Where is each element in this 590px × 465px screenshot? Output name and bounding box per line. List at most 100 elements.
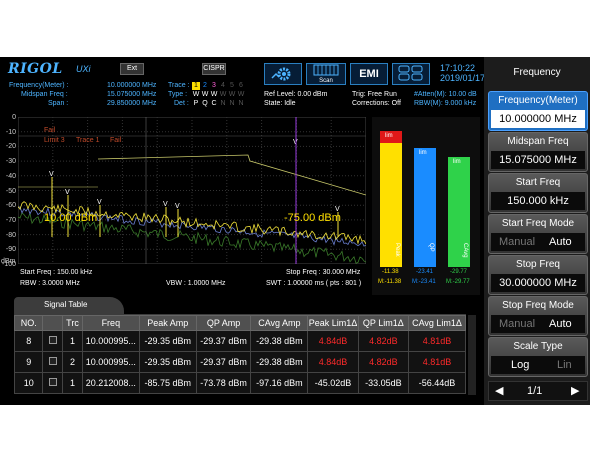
layout-button[interactable] — [392, 63, 430, 85]
trace-det-6[interactable]: N — [237, 100, 245, 108]
start-mode-auto[interactable]: Auto — [549, 233, 572, 251]
column-header[interactable]: NO. — [13, 315, 44, 331]
emi-button[interactable]: EMI — [350, 63, 388, 85]
rbw-m: RBW(M): 9.000 kHz — [414, 100, 477, 107]
table-cell: -29.35 dBm — [138, 330, 197, 352]
column-header[interactable]: Trc — [62, 315, 83, 331]
table-cell: 4.82dB — [357, 351, 410, 373]
trace-type-2[interactable]: W — [201, 91, 209, 99]
trace-det-3[interactable]: C — [210, 100, 218, 108]
scale-log[interactable]: Log — [511, 356, 529, 374]
row-checkbox[interactable] — [42, 372, 64, 394]
signal-table-tab[interactable]: Signal Table — [14, 297, 124, 314]
marker-glyph: V — [49, 171, 54, 178]
y-tick-label: -40 — [5, 172, 16, 180]
trace-type-5[interactable]: W — [228, 91, 236, 99]
scale-lin[interactable]: Lin — [557, 356, 572, 374]
table-cell: -29.38 dBm — [250, 330, 309, 352]
table-cell: -73.78 dBm — [195, 372, 252, 394]
trace-grid[interactable]: 123456WWWWWWPQCNNN — [192, 82, 252, 110]
table-row[interactable]: 10 1 20.212008... -85.75 dBm -73.78 dBm -97.1… — [13, 372, 466, 394]
freq-meter-softkey[interactable]: Frequency(Meter) 10.000000 MHz — [488, 91, 588, 131]
row-checkbox[interactable] — [42, 351, 64, 373]
meter-value: -23.41 — [416, 269, 434, 275]
table-row[interactable]: 9 2 10.000995... -29.35 dBm -29.37 dBm -29.38… — [13, 351, 466, 373]
checkbox-icon[interactable] — [48, 336, 57, 344]
checkbox-icon[interactable] — [48, 357, 57, 365]
y-tick-label: -70 — [5, 216, 16, 224]
spectrum-plot[interactable]: VVVVVVV — [17, 116, 367, 265]
stop-freq-softkey-value[interactable]: 30.000000 MHz — [491, 274, 585, 292]
scale-type-softkey[interactable]: Scale Type Log Lin — [488, 337, 588, 377]
trace-num-3[interactable]: 3 — [210, 82, 218, 90]
trace-type-4[interactable]: W — [219, 91, 227, 99]
settings-gear-button[interactable] — [264, 63, 302, 85]
stop-mode-manual[interactable]: Manual — [499, 315, 535, 333]
column-header[interactable]: QP Lim1Δ — [357, 315, 410, 331]
table-cell: 4.84dB — [307, 330, 359, 352]
table-cell: -29.35 dBm — [138, 351, 197, 373]
y-tick-label: 0 — [12, 114, 16, 121]
stop-mode-label: Stop Freq Mode — [502, 300, 574, 311]
start-freq-softkey[interactable]: Start Freq 150.000 kHz — [488, 173, 588, 213]
trace-num-1[interactable]: 1 — [192, 82, 200, 90]
signal-table: NO. Trc Freq Peak Amp QP Amp CAvg Amp Peak Lim… — [13, 315, 466, 394]
midspan-softkey-value[interactable]: 15.075000 MHz — [491, 151, 585, 169]
stop-freq-softkey[interactable]: Stop Freq 30.000000 MHz — [488, 255, 588, 295]
trace-num-6[interactable]: 6 — [237, 82, 245, 90]
trace-type-3[interactable]: W — [210, 91, 218, 99]
checkbox-icon[interactable] — [48, 378, 57, 386]
table-cell: 10 — [13, 372, 44, 394]
trace-num-4[interactable]: 4 — [219, 82, 227, 90]
start-freq-softkey-value[interactable]: 150.000 kHz — [491, 192, 585, 210]
table-header: NO. Trc Freq Peak Amp QP Amp CAvg Amp Peak Lim… — [13, 315, 466, 331]
column-header[interactable] — [42, 315, 64, 331]
atten: #Atten(M): 10.00 dB — [414, 91, 477, 98]
trace-det-1[interactable]: P — [192, 100, 200, 108]
trace-det-5[interactable]: N — [228, 100, 236, 108]
column-header[interactable]: Freq — [81, 315, 140, 331]
meter-name: CAvg — [462, 243, 468, 258]
column-header[interactable]: Peak Lim1Δ — [307, 315, 359, 331]
table-cell: 10.000995... — [81, 351, 140, 373]
start-freq-mode-softkey[interactable]: Start Freq Mode Manual Auto — [488, 214, 588, 254]
midspan-softkey[interactable]: Midspan Freq 15.075000 MHz — [488, 132, 588, 172]
start-mode-manual[interactable]: Manual — [499, 233, 535, 251]
table-row[interactable]: 8 1 10.000995... -29.35 dBm -29.37 dBm -29.38… — [13, 330, 466, 352]
scan-icon — [313, 64, 339, 76]
trace-num-2[interactable]: 2 — [201, 82, 209, 90]
trace-num-5[interactable]: 5 — [228, 82, 236, 90]
prev-page-icon[interactable]: ◀ — [495, 384, 503, 397]
scale-type-label: Scale Type — [513, 341, 563, 352]
table-cell: -85.75 dBm — [138, 372, 197, 394]
column-header[interactable]: CAvg Amp — [250, 315, 309, 331]
state: State: Idle — [264, 100, 296, 107]
column-header[interactable]: CAvg Lim1Δ — [408, 315, 466, 331]
y-tick-label: -30 — [5, 158, 16, 166]
freq-meter-softkey-value[interactable]: 10.000000 MHz — [491, 110, 585, 128]
next-page-icon[interactable]: ▶ — [571, 384, 579, 397]
signal-table-title: Signal Table — [44, 300, 88, 309]
meter-value: -11.38 — [382, 269, 399, 275]
stop-freq-mode-softkey[interactable]: Stop Freq Mode Manual Auto — [488, 296, 588, 336]
trace-det-4[interactable]: N — [219, 100, 227, 108]
row-checkbox[interactable] — [42, 330, 64, 352]
column-header[interactable]: Peak Amp — [138, 315, 197, 331]
y-tick-label: -60 — [5, 202, 16, 210]
scan-button[interactable]: Scan — [306, 63, 346, 85]
stop-mode-auto[interactable]: Auto — [549, 315, 572, 333]
span-value: 29.850000 MHz — [107, 100, 157, 107]
table-cell: -29.37 dBm — [195, 351, 252, 373]
trace-type-6[interactable]: W — [237, 91, 245, 99]
trace-label-plot: Trace 1 — [76, 137, 100, 144]
table-scrollbar[interactable] — [468, 315, 476, 395]
y-tick-label: -20 — [5, 143, 16, 151]
table-cell: 4.82dB — [357, 330, 410, 352]
table-cell: -45.02dB — [307, 372, 359, 394]
column-header[interactable]: QP Amp — [195, 315, 252, 331]
page-indicator: 1/1 — [527, 385, 543, 397]
trace-type-1[interactable]: W — [192, 91, 200, 99]
trace-det-2[interactable]: Q — [201, 100, 209, 108]
meter-limit-label: lim — [385, 133, 393, 139]
table-cell: -33.05dB — [357, 372, 410, 394]
